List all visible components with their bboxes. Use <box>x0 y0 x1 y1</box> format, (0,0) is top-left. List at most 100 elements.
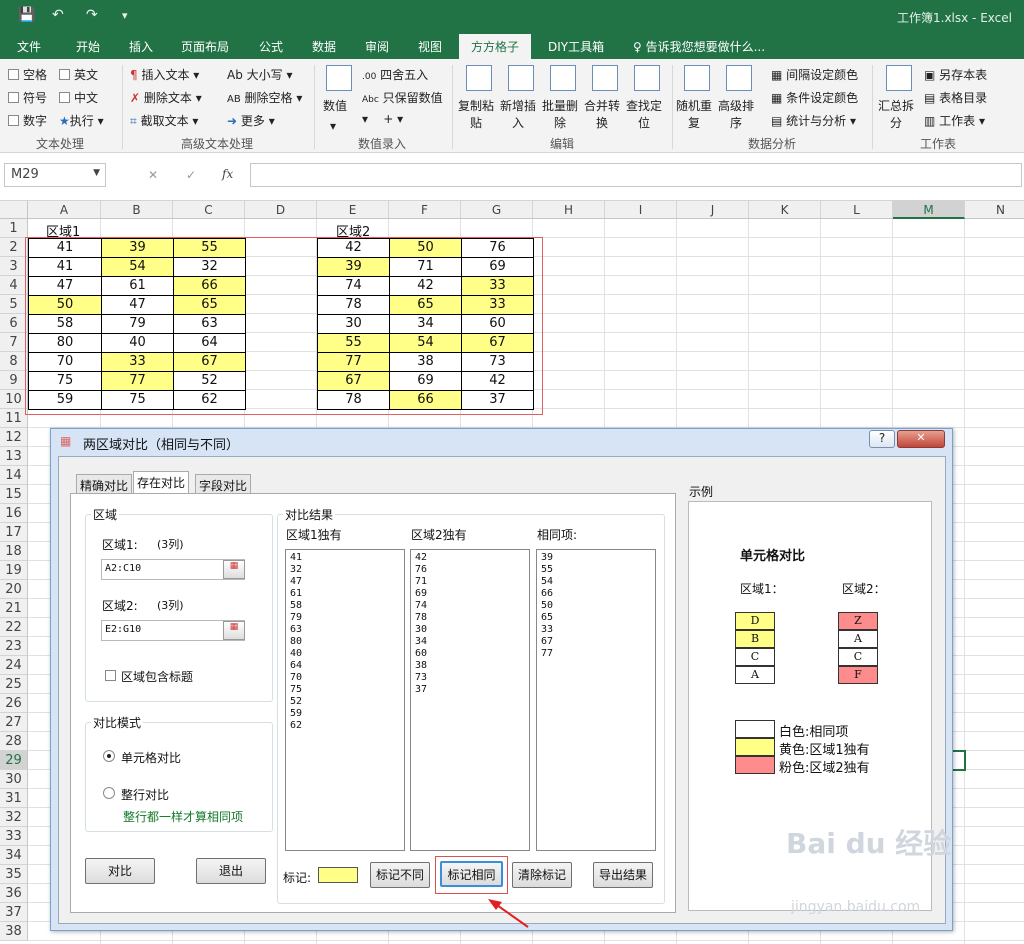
advanced-sort-button[interactable]: 高级排 序 <box>718 97 754 131</box>
tab-formulas[interactable]: 公式 <box>259 38 283 55</box>
column-header-i[interactable]: I <box>605 201 677 219</box>
checkbox-english[interactable]: 英文 <box>59 66 98 83</box>
row-header-5[interactable]: 5 <box>0 295 28 314</box>
name-box[interactable]: M29 ▼ <box>4 163 106 187</box>
close-button[interactable]: ✕ <box>897 430 945 448</box>
round-button[interactable]: .00 四舍五入 <box>362 66 428 83</box>
table-index-button[interactable]: ▤ 表格目录 <box>924 89 987 106</box>
mark-different-button[interactable]: 标记不同 <box>370 862 430 888</box>
row-header-34[interactable]: 34 <box>0 846 28 865</box>
row-header-15[interactable]: 15 <box>0 485 28 504</box>
row-header-4[interactable]: 4 <box>0 276 28 295</box>
checkbox-number[interactable]: 数字 <box>8 112 47 129</box>
row-header-7[interactable]: 7 <box>0 333 28 352</box>
tab-view[interactable]: 视图 <box>418 38 442 55</box>
region1-unique-list[interactable]: 41 32 47 61 58 79 63 80 40 64 70 75 52 5… <box>285 549 405 851</box>
row-header-30[interactable]: 30 <box>0 770 28 789</box>
conditional-color-button[interactable]: ▦ 条件设定颜色 <box>771 89 858 106</box>
save-icon[interactable]: 💾 <box>18 7 35 23</box>
tab-file[interactable]: 文件 <box>17 38 41 55</box>
formula-input[interactable] <box>250 163 1022 187</box>
mode-cell-radio[interactable] <box>103 750 115 762</box>
column-header-n[interactable]: N <box>965 201 1024 219</box>
column-header-b[interactable]: B <box>101 201 173 219</box>
tab-diy-toolbox[interactable]: DIY工具箱 <box>548 38 604 55</box>
tab-review[interactable]: 审阅 <box>365 38 389 55</box>
column-header-a[interactable]: A <box>28 201 101 219</box>
tell-me-search[interactable]: ♀ 告诉我您想要做什么... <box>633 38 765 55</box>
row-header-1[interactable]: 1 <box>0 219 28 238</box>
tab-exact-compare[interactable]: 精确对比 <box>76 474 133 493</box>
execute-button[interactable]: ★执行 ▾ <box>59 112 104 129</box>
tab-existence-compare[interactable]: 存在对比 <box>133 471 190 494</box>
chevron-down-icon[interactable]: ▼ <box>93 168 100 178</box>
enter-icon[interactable]: ✓ <box>186 168 196 182</box>
region2-unique-list[interactable]: 42 76 71 69 74 78 30 34 60 38 73 37 <box>410 549 530 851</box>
insert-function-icon[interactable]: fx <box>222 167 233 181</box>
clear-mark-button[interactable]: 清除标记 <box>512 862 572 888</box>
row-header-28[interactable]: 28 <box>0 732 28 751</box>
delete-text-button[interactable]: ✗ 删除文本 ▾ <box>130 89 202 106</box>
worksheet-button[interactable]: ▥ 工作表 ▾ <box>924 112 985 129</box>
column-header-d[interactable]: D <box>245 201 317 219</box>
include-header-checkbox[interactable] <box>105 670 116 681</box>
row-header-29[interactable]: 29 <box>0 751 28 770</box>
row-header-12[interactable]: 12 <box>0 428 28 447</box>
cancel-icon[interactable]: ✕ <box>148 168 158 182</box>
insert-text-button[interactable]: ¶ 插入文本 ▾ <box>130 66 199 83</box>
extract-text-button[interactable]: ⌗ 截取文本 ▾ <box>130 112 198 129</box>
row-header-17[interactable]: 17 <box>0 523 28 542</box>
undo-icon[interactable]: ↶ <box>52 7 64 23</box>
row-header-8[interactable]: 8 <box>0 352 28 371</box>
delete-space-button[interactable]: AB 删除空格 ▾ <box>227 89 302 106</box>
row-header-16[interactable]: 16 <box>0 504 28 523</box>
row-header-19[interactable]: 19 <box>0 561 28 580</box>
checkbox-space[interactable]: 空格 <box>8 66 47 83</box>
area2-select-icon[interactable]: ▦ <box>223 621 245 640</box>
row-header-36[interactable]: 36 <box>0 884 28 903</box>
row-header-2[interactable]: 2 <box>0 238 28 257</box>
checkbox-symbol[interactable]: 符号 <box>8 89 47 106</box>
save-sheet-button[interactable]: ▣ 另存本表 <box>924 66 987 83</box>
find-locate-button[interactable]: 查找定 位 <box>626 97 662 131</box>
row-header-38[interactable]: 38 <box>0 922 28 941</box>
mode-row-radio[interactable] <box>103 787 115 799</box>
row-header-32[interactable]: 32 <box>0 808 28 827</box>
row-header-21[interactable]: 21 <box>0 599 28 618</box>
same-items-list[interactable]: 39 55 54 66 50 65 33 67 77 <box>536 549 656 851</box>
export-result-button[interactable]: 导出结果 <box>593 862 653 888</box>
keep-value-button[interactable]: Abc 只保留数值 <box>362 89 443 106</box>
mark-color-swatch[interactable] <box>318 867 358 883</box>
numeric-button[interactable]: 数值 <box>323 97 347 114</box>
column-header-m[interactable]: M <box>893 201 965 219</box>
tab-field-compare[interactable]: 字段对比 <box>195 474 252 493</box>
column-header-k[interactable]: K <box>749 201 821 219</box>
redo-icon[interactable]: ↷ <box>86 7 98 23</box>
column-header-h[interactable]: H <box>533 201 605 219</box>
row-header-25[interactable]: 25 <box>0 675 28 694</box>
row-header-13[interactable]: 13 <box>0 447 28 466</box>
tab-insert[interactable]: 插入 <box>129 38 153 55</box>
tab-home[interactable]: 开始 <box>76 38 100 55</box>
column-header-l[interactable]: L <box>821 201 893 219</box>
compare-button[interactable]: 对比 <box>85 858 155 884</box>
batch-delete-button[interactable]: 批量删 除 <box>542 97 578 131</box>
row-header-10[interactable]: 10 <box>0 390 28 409</box>
help-button[interactable]: ? <box>869 430 895 448</box>
tab-data[interactable]: 数据 <box>312 38 336 55</box>
exit-button[interactable]: 退出 <box>196 858 266 884</box>
interval-color-button[interactable]: ▦ 间隔设定颜色 <box>771 66 858 83</box>
row-header-33[interactable]: 33 <box>0 827 28 846</box>
merge-convert-button[interactable]: 合并转 换 <box>584 97 620 131</box>
numeric-dropdown[interactable]: ▾ <box>330 119 336 133</box>
row-header-14[interactable]: 14 <box>0 466 28 485</box>
row-header-6[interactable]: 6 <box>0 314 28 333</box>
tab-fangfang[interactable]: 方方格子 <box>459 34 532 59</box>
column-header-e[interactable]: E <box>317 201 389 219</box>
column-header-c[interactable]: C <box>173 201 245 219</box>
row-header-27[interactable]: 27 <box>0 713 28 732</box>
column-header-j[interactable]: J <box>677 201 749 219</box>
row-header-31[interactable]: 31 <box>0 789 28 808</box>
column-header-g[interactable]: G <box>461 201 533 219</box>
tab-page-layout[interactable]: 页面布局 <box>181 38 229 55</box>
